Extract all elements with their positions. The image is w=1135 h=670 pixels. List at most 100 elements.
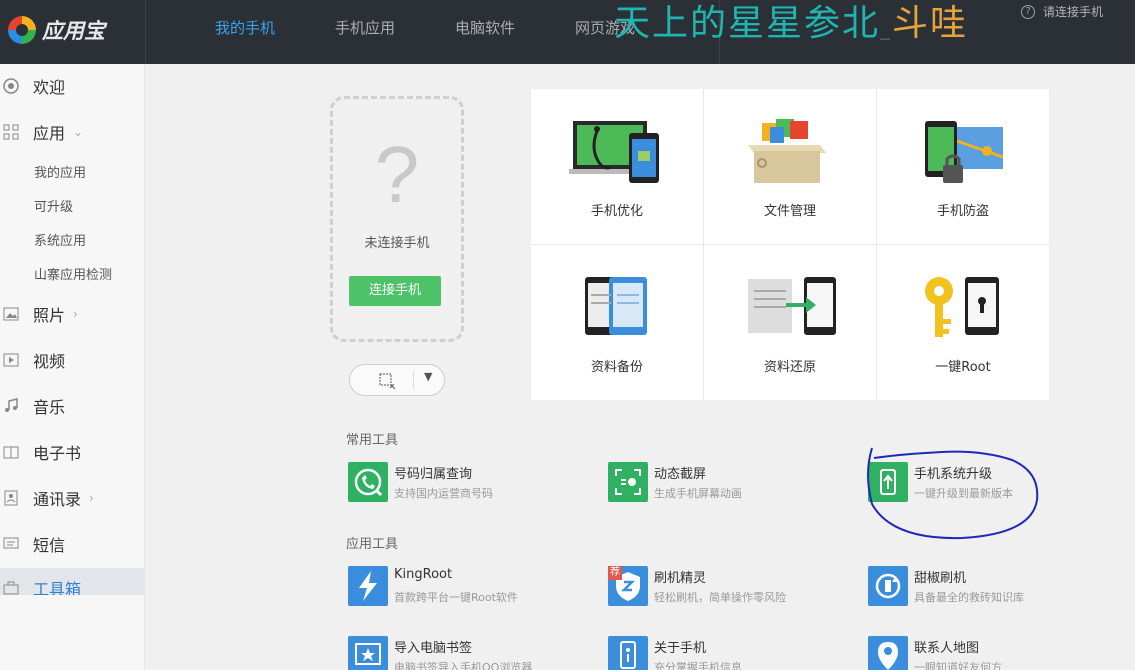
- hand-drawn-circle-annotation: [867, 447, 1039, 540]
- data-backup-icon: [585, 277, 647, 335]
- feature-phone-optimize[interactable]: 手机优化: [531, 89, 703, 244]
- connect-phone-label: 请连接手机: [1043, 5, 1104, 19]
- overlay-title-part1: 天上的星星参北: [614, 3, 881, 44]
- toolbox-icon: [3, 580, 19, 595]
- feature-label: 一键Root: [935, 360, 991, 375]
- tool-name: 甜椒刷机: [914, 571, 967, 586]
- help-icon: ?: [1021, 4, 1035, 19]
- tool-name: 导入电脑书签: [394, 641, 473, 656]
- sidebar-item-label: 视频: [33, 352, 66, 371]
- sidebar-item-ebooks[interactable]: 电子书: [0, 432, 144, 472]
- recommended-badge: 荐: [608, 566, 622, 580]
- tab-phone-apps[interactable]: 手机应用: [305, 0, 425, 64]
- sidebar-item-label: 音乐: [33, 398, 66, 417]
- sidebar-item-videos[interactable]: 视频: [0, 340, 144, 380]
- feature-data-backup[interactable]: 资料备份: [531, 245, 703, 400]
- feature-label: 手机防盗: [936, 204, 989, 219]
- tool-contacts-map[interactable]: 联系人地图 一眼知道好友何方: [868, 636, 1118, 670]
- question-mark-icon: ?: [374, 130, 420, 219]
- chevron-down-icon: ⌄: [73, 125, 84, 139]
- contacts-icon: [3, 490, 19, 506]
- tool-kingroot[interactable]: KingRoot 首款跨平台一键Root软件: [348, 566, 598, 608]
- connect-phone-button[interactable]: 连接手机: [349, 276, 441, 306]
- tab-pc-software[interactable]: 电脑软件: [425, 0, 545, 64]
- screen-capture-icon: [608, 462, 648, 502]
- tool-desc: 充分掌握手机信息: [654, 661, 742, 670]
- anti-theft-icon: [925, 121, 1004, 183]
- bookmark-import-icon: [348, 636, 388, 670]
- tool-name: 关于手机: [654, 641, 707, 656]
- feature-one-click-root[interactable]: 一键Root: [877, 245, 1049, 400]
- sidebar-footer: [0, 595, 145, 670]
- image-icon: [3, 306, 19, 322]
- tool-desc: 支持国内运营商号码: [394, 487, 493, 500]
- sidebar-item-label: 工具箱: [33, 580, 82, 595]
- feature-grid: 手机优化 文件管理 手机防盗 资料备份 资料还原 一键Root: [531, 89, 1049, 400]
- app-name: 应用宝: [42, 19, 105, 43]
- tool-shuaji-jingling[interactable]: 荐 刷机精灵 轻松刷机，简单操作零风险: [608, 566, 858, 608]
- sidebar-item-upgradable[interactable]: 可升级: [34, 196, 73, 215]
- feature-label: 资料备份: [590, 360, 643, 375]
- phone-status: 未连接手机: [364, 236, 430, 251]
- sidebar-item-label: 应用: [33, 124, 66, 143]
- divider: [145, 0, 146, 64]
- tool-tianjiao-flash[interactable]: 甜椒刷机 具备最全的救砖知识库: [868, 566, 1118, 608]
- tool-desc: 电脑书签导入手机QQ浏览器: [394, 661, 533, 670]
- tool-dynamic-screenshot[interactable]: 动态截屏 生成手机屏幕动画: [608, 462, 858, 504]
- feature-label: 资料还原: [763, 360, 816, 375]
- sidebar-item-toolbox[interactable]: 工具箱: [0, 568, 144, 595]
- app-logo[interactable]: 应用宝: [6, 12, 146, 48]
- lightning-icon: [348, 566, 388, 606]
- tool-about-phone[interactable]: 关于手机 充分掌握手机信息: [608, 636, 858, 670]
- chevron-right-icon: ›: [89, 491, 94, 505]
- sidebar-item-sms[interactable]: 短信: [0, 524, 144, 564]
- sidebar-item-label: 欢迎: [33, 78, 66, 97]
- message-icon: [3, 536, 19, 552]
- divider: [413, 371, 414, 389]
- sidebar-item-system-apps[interactable]: 系统应用: [34, 230, 86, 249]
- sidebar-item-label: 照片: [33, 306, 66, 325]
- phone-optimize-icon: [569, 121, 659, 183]
- sidebar-item-my-apps[interactable]: 我的应用: [34, 162, 86, 181]
- phone-placeholder: ? 未连接手机 连接手机: [330, 96, 464, 342]
- sidebar-item-contacts[interactable]: 通讯录 ›: [0, 478, 144, 518]
- sidebar-item-apps[interactable]: 应用 ⌄: [0, 112, 144, 152]
- section-title-common-tools: 常用工具: [346, 433, 399, 448]
- book-icon: [3, 444, 19, 460]
- tool-desc: 生成手机屏幕动画: [654, 487, 742, 500]
- connect-phone-link[interactable]: ? 请连接手机: [1021, 3, 1103, 20]
- chevron-down-icon[interactable]: ▼: [424, 370, 432, 383]
- feature-data-restore[interactable]: 资料还原: [704, 245, 876, 400]
- overlay-title-part2: 斗哇: [892, 3, 969, 44]
- tool-name: 联系人地图: [914, 641, 980, 656]
- screenshot-button[interactable]: ▼: [349, 364, 445, 396]
- grid-icon: [3, 124, 19, 140]
- tool-desc: 一眼知道好友何方: [914, 661, 1002, 670]
- sidebar-item-photos[interactable]: 照片 ›: [0, 294, 144, 334]
- feature-anti-theft[interactable]: 手机防盗: [877, 89, 1049, 244]
- tool-name: KingRoot: [394, 567, 453, 582]
- screenshot-icon: [377, 371, 397, 395]
- welcome-icon: [3, 78, 19, 94]
- tab-my-phone[interactable]: 我的手机: [185, 0, 305, 64]
- main-nav: 我的手机 手机应用 电脑软件 网页游戏: [185, 0, 665, 64]
- sidebar-item-label: 短信: [33, 536, 66, 555]
- tool-import-bookmarks[interactable]: 导入电脑书签 电脑书签导入手机QQ浏览器: [348, 636, 598, 670]
- top-bar: 应用宝 我的手机 手机应用 电脑软件 网页游戏 天上的星星参北_斗哇 ? 请连接…: [0, 0, 1135, 64]
- feature-file-manage[interactable]: 文件管理: [704, 89, 876, 244]
- data-restore-icon: [748, 277, 836, 335]
- sidebar-item-welcome[interactable]: 欢迎: [0, 66, 144, 106]
- tool-name: 动态截屏: [654, 467, 707, 482]
- tool-desc: 首款跨平台一键Root软件: [394, 591, 518, 604]
- overlay-underscore: _: [880, 16, 893, 40]
- sidebar-item-music[interactable]: 音乐: [0, 386, 144, 426]
- feature-label: 文件管理: [763, 204, 816, 219]
- section-title-app-tools: 应用工具: [346, 537, 399, 552]
- sidebar-item-label: 通讯录: [33, 490, 82, 509]
- sidebar: 欢迎 应用 ⌄ 我的应用 可升级 系统应用 山寨应用检测 照片 › 视频 音乐 …: [0, 64, 145, 595]
- sidebar-item-fake-app-detect[interactable]: 山寨应用检测: [34, 264, 112, 283]
- tool-number-lookup[interactable]: 号码归属查询 支持国内运营商号码: [348, 462, 598, 504]
- yingyongbao-logo-icon: [6, 14, 38, 46]
- tool-name: 刷机精灵: [654, 571, 707, 586]
- feature-label: 手机优化: [590, 204, 643, 219]
